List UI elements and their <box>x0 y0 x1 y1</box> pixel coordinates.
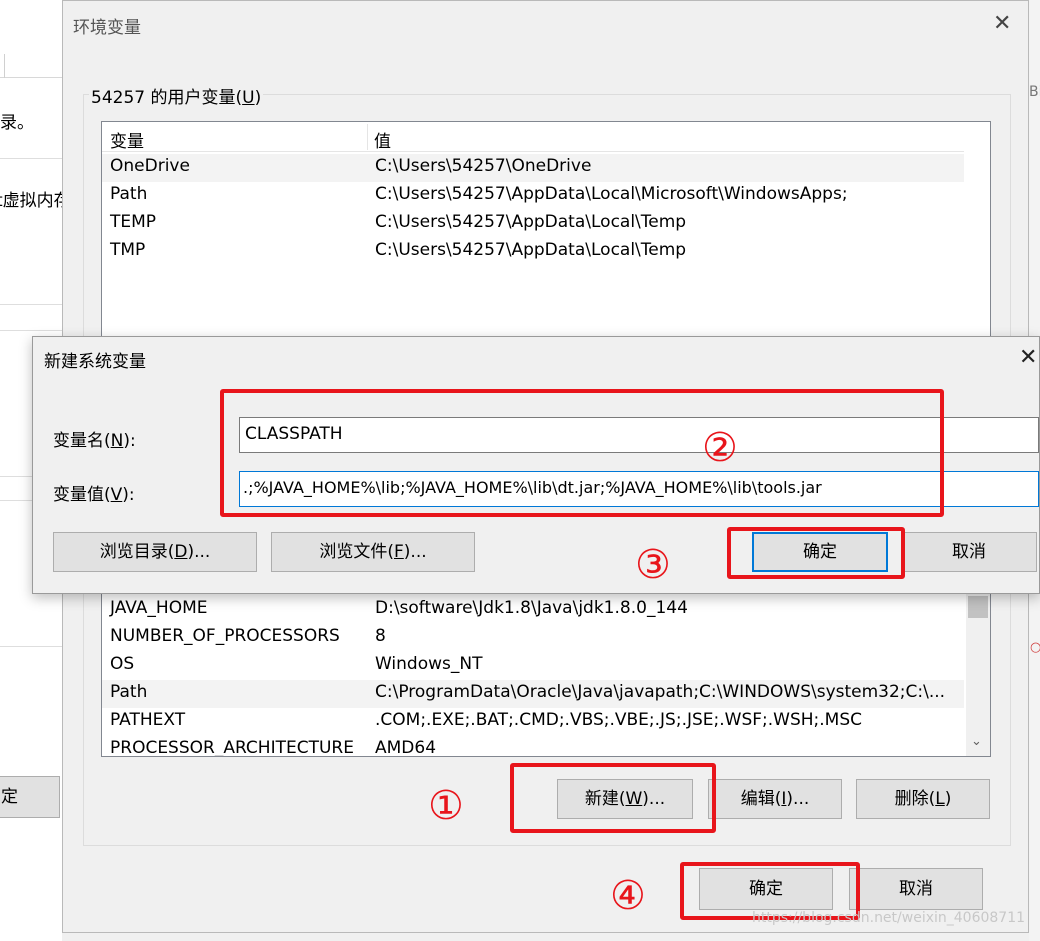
background-text-fragment: t虚拟内存 <box>0 191 71 211</box>
browse-dir-accesskey: D <box>174 542 188 562</box>
annotation-number-step4: ④ <box>610 873 646 919</box>
column-divider[interactable] <box>367 124 368 150</box>
background-divider <box>0 304 62 305</box>
variable-name: OS <box>110 654 135 674</box>
user-label-accesskey: U <box>242 88 255 108</box>
value-label-accesskey: V <box>110 485 123 505</box>
system-variable-row[interactable]: JAVA_HOME D:\software\Jdk1.8\Java\jdk1.8… <box>102 596 964 624</box>
system-variable-row[interactable]: Path C:\ProgramData\Oracle\Java\javapath… <box>102 680 964 708</box>
close-icon[interactable]: ✕ <box>993 11 1011 36</box>
delete-button-prefix: 删除( <box>894 789 936 809</box>
background-divider <box>0 646 62 647</box>
close-icon[interactable]: ✕ <box>1019 345 1037 370</box>
scroll-down-arrow-icon[interactable]: ⌄ <box>971 734 982 749</box>
edit-button-prefix: 编辑( <box>740 789 782 809</box>
system-variables-list[interactable]: JAVA_HOME D:\software\Jdk1.8\Java\jdk1.8… <box>101 593 991 757</box>
variable-value: C:\Users\54257\AppData\Local\Microsoft\W… <box>375 184 848 204</box>
name-label-accesskey: N <box>110 431 124 451</box>
variable-name: PROCESSOR_ARCHITECTURE <box>110 738 354 757</box>
annotation-number-step3: ③ <box>635 542 671 588</box>
delete-button-suffix: ) <box>944 789 952 809</box>
variable-value: C:\Users\54257\AppData\Local\Temp <box>375 240 687 260</box>
user-variable-row[interactable]: OneDrive C:\Users\54257\OneDrive <box>102 154 964 182</box>
annotation-number-step2: ② <box>702 425 738 471</box>
variable-name: JAVA_HOME <box>110 598 208 618</box>
user-variable-row[interactable]: TEMP C:\Users\54257\AppData\Local\Temp <box>102 210 964 238</box>
system-variable-row[interactable]: OS Windows_NT <box>102 652 964 680</box>
variable-name: Path <box>110 682 148 702</box>
name-label-suffix: ): <box>123 431 136 451</box>
list-header: 变量 值 <box>102 122 964 152</box>
background-divider <box>0 158 62 159</box>
variable-value: C:\ProgramData\Oracle\Java\javapath;C:\W… <box>375 682 946 702</box>
value-label-suffix: ): <box>122 485 135 505</box>
user-label-suffix: ) <box>254 88 262 108</box>
user-variables-label: 54257 的用户变量(U) <box>89 83 264 108</box>
user-variable-row[interactable]: TMP C:\Users\54257\AppData\Local\Temp <box>102 238 964 266</box>
background-red-circle-icon: ○ <box>1030 640 1040 655</box>
dialog-cancel-button[interactable]: 取消 <box>901 532 1037 572</box>
system-variable-row[interactable]: PATHEXT .COM;.EXE;.BAT;.CMD;.VBS;.VBE;.J… <box>102 708 964 736</box>
browse-file-button[interactable]: 浏览文件(F)... <box>271 532 475 572</box>
scrollbar-thumb[interactable] <box>968 596 988 618</box>
system-variable-row[interactable]: PROCESSOR_ARCHITECTURE AMD64 <box>102 736 964 757</box>
edit-button-suffix: )... <box>786 789 810 809</box>
background-text-fragment: 录。 <box>0 113 34 133</box>
dialog-title: 新建系统变量 <box>44 352 146 372</box>
browse-dir-prefix: 浏览目录( <box>99 542 175 562</box>
background-divider <box>0 330 62 331</box>
cancel-button[interactable]: 取消 <box>849 868 983 910</box>
browse-directory-button[interactable]: 浏览目录(D)... <box>53 532 257 572</box>
background-right-fragment: Bi <box>1029 84 1040 100</box>
variable-value: .COM;.EXE;.BAT;.CMD;.VBS;.VBE;.JS;.JSE;.… <box>375 710 863 730</box>
variable-name: PATHEXT <box>110 710 186 730</box>
name-label-prefix: 变量名( <box>53 431 111 451</box>
variable-value-label: 变量值(V): <box>53 480 135 505</box>
variable-name: TEMP <box>110 212 157 232</box>
browse-file-prefix: 浏览文件( <box>319 542 394 562</box>
edit-variable-button[interactable]: 编辑(I)... <box>708 779 842 819</box>
user-variables-list[interactable]: 变量 值 OneDrive C:\Users\54257\OneDrive Pa… <box>101 121 991 353</box>
variable-value: D:\software\Jdk1.8\Java\jdk1.8.0_144 <box>375 598 688 618</box>
variable-name-label: 变量名(N): <box>53 426 136 451</box>
window-title: 环境变量 <box>73 18 141 38</box>
annotation-box-step3 <box>727 527 905 579</box>
user-label-prefix: 54257 的用户变量( <box>91 88 243 108</box>
annotation-box-step1 <box>510 763 716 833</box>
column-header-name[interactable]: 变量 <box>110 127 144 152</box>
browse-file-suffix: )... <box>403 542 427 562</box>
variable-name: OneDrive <box>110 156 190 176</box>
variable-value: Windows_NT <box>375 654 483 674</box>
background-tab-edge <box>4 54 5 78</box>
browse-file-accesskey: F <box>394 542 404 562</box>
value-label-prefix: 变量值( <box>53 485 111 505</box>
background-ok-button[interactable]: 定 <box>0 776 60 818</box>
background-tab-strip <box>0 48 62 78</box>
watermark: https://blog.csdn.net/weixin_40608711 <box>752 910 1026 926</box>
variable-value: C:\Users\54257\AppData\Local\Temp <box>375 212 687 232</box>
annotation-box-step2 <box>220 389 944 517</box>
delete-variable-button[interactable]: 删除(L) <box>856 779 990 819</box>
vertical-scrollbar[interactable]: ⌄ <box>966 594 990 756</box>
variable-name: Path <box>110 184 148 204</box>
variable-value: AMD64 <box>375 738 437 757</box>
delete-button-accesskey: L <box>935 789 945 809</box>
browse-dir-suffix: )... <box>187 542 211 562</box>
system-variable-row[interactable]: NUMBER_OF_PROCESSORS 8 <box>102 624 964 652</box>
variable-name: NUMBER_OF_PROCESSORS <box>110 626 340 646</box>
annotation-number-step1: ① <box>428 783 464 829</box>
user-variable-row[interactable]: Path C:\Users\54257\AppData\Local\Micros… <box>102 182 964 210</box>
variable-name: TMP <box>110 240 146 260</box>
variable-value: C:\Users\54257\OneDrive <box>375 156 592 176</box>
variable-value: 8 <box>375 626 386 646</box>
column-header-value[interactable]: 值 <box>374 127 391 152</box>
